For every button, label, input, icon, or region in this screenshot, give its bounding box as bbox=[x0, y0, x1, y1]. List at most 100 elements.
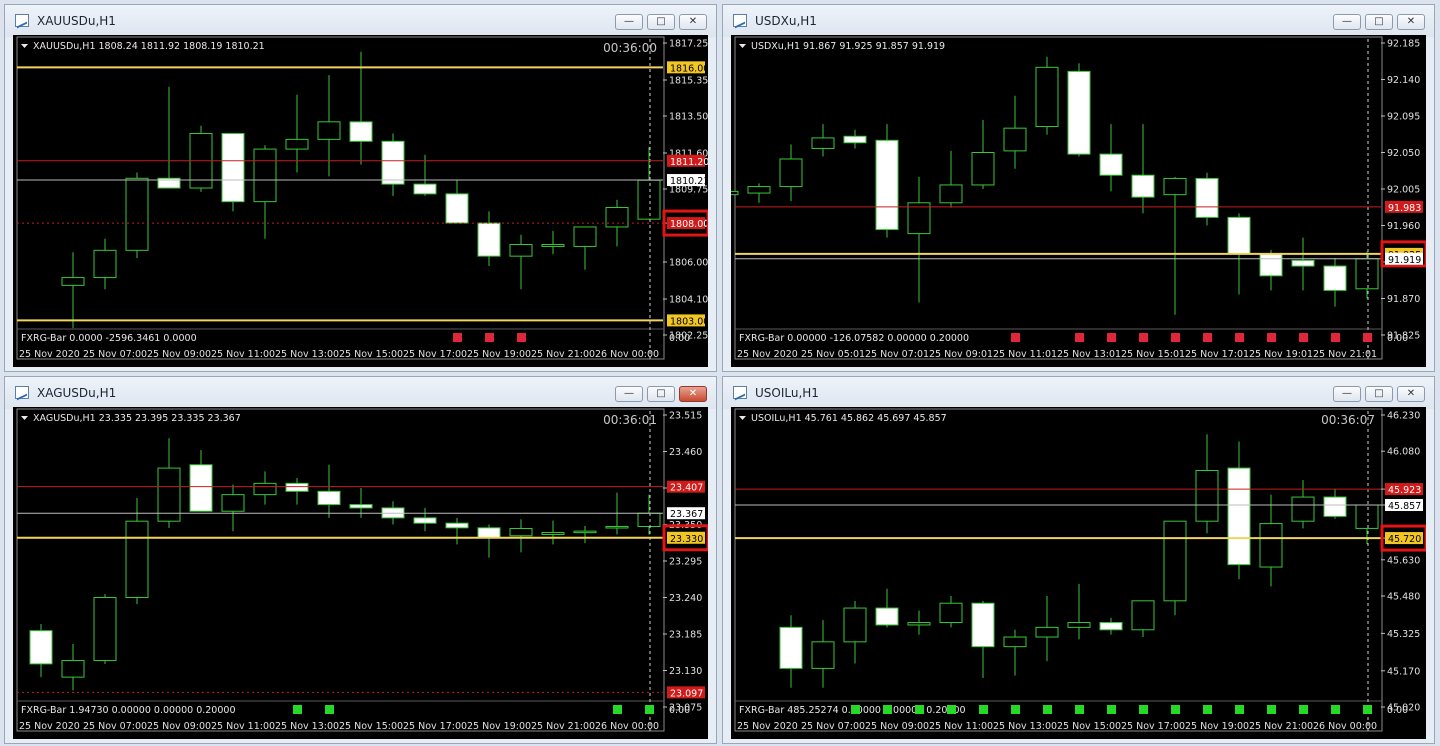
maximize-button[interactable]: □ bbox=[647, 14, 675, 30]
time-axis-label: 25 Nov 2020 bbox=[737, 349, 798, 360]
price-chart[interactable]: 23.51523.46023.40523.35023.29523.24023.1… bbox=[13, 407, 708, 739]
level-price-label: 23.097 bbox=[670, 688, 703, 699]
time-axis-label: 25 Nov 17:00 bbox=[403, 721, 467, 732]
chart-window-usoil[interactable]: USOILu,H1 —□✕ 46.230 46.080 45.923 45.857 45.7… bbox=[722, 376, 1435, 744]
window-title: XAUUSDu,H1 bbox=[37, 14, 116, 28]
candle bbox=[317, 464, 341, 518]
level-price-label: 23.330 bbox=[670, 534, 703, 545]
maximize-button[interactable]: □ bbox=[647, 386, 675, 402]
indicator-marker bbox=[1203, 705, 1212, 714]
chart-header: USOILu,H1 45.761 45.862 45.697 45.857 bbox=[751, 413, 947, 424]
indicator-marker bbox=[1107, 333, 1116, 342]
candlestick-chart[interactable]: 1817.251815.351813.501811.601809.751808.… bbox=[13, 35, 708, 367]
candle bbox=[971, 120, 995, 189]
candle bbox=[971, 600, 995, 679]
candle bbox=[221, 484, 245, 532]
time-axis-label: 25 Nov 09:00 bbox=[147, 349, 211, 360]
candle bbox=[381, 133, 405, 196]
dropdown-triangle-icon[interactable] bbox=[739, 44, 746, 48]
window-titlebar[interactable]: XAGUSDu,H1 — □ ✕ bbox=[5, 377, 716, 409]
time-axis-label: 25 Nov 11:01 bbox=[993, 349, 1057, 360]
candle bbox=[1259, 249, 1283, 291]
candle bbox=[1323, 488, 1347, 519]
candlestick-chart[interactable]: 23.51523.46023.40523.35023.29523.24023.1… bbox=[13, 407, 708, 739]
time-axis-label: 25 Nov 07:00 bbox=[83, 349, 147, 360]
indicator-marker bbox=[1331, 705, 1340, 714]
candle bbox=[253, 145, 277, 239]
minimize-button[interactable]: — bbox=[1333, 386, 1361, 402]
dropdown-triangle-icon[interactable] bbox=[21, 44, 28, 48]
candle bbox=[1003, 629, 1027, 676]
chart-window-xagusd[interactable]: XAGUSDu,H1—□✕23.51523.46023.40523.35023.… bbox=[4, 376, 717, 744]
candle bbox=[1003, 95, 1027, 169]
close-button[interactable]: ✕ bbox=[679, 386, 707, 402]
level-price-label: 1810.21 bbox=[670, 176, 708, 187]
indicator-marker bbox=[1363, 705, 1372, 714]
candle bbox=[1195, 434, 1219, 534]
indicator-marker bbox=[1203, 333, 1212, 342]
time-axis-label: 25 Nov 07:00 bbox=[801, 721, 865, 732]
candle bbox=[509, 519, 533, 553]
indicator-marker bbox=[1267, 705, 1276, 714]
time-axis-label: 25 Nov 13:00 bbox=[993, 721, 1057, 732]
candle bbox=[1291, 237, 1315, 291]
chart-window-xauusd[interactable]: XAUUSDu,H1 — □ ✕ 1817.25 1815.35 1813.50 1811.6… bbox=[4, 4, 717, 372]
window-titlebar[interactable]: USOILu,H1 — □ ✕ bbox=[723, 377, 1434, 409]
candle bbox=[157, 438, 181, 528]
candle bbox=[509, 234, 533, 290]
time-axis-label: 25 Nov 15:00 bbox=[1057, 721, 1121, 732]
time-axis-label: 26 Nov 00:00 bbox=[1313, 721, 1377, 732]
candle bbox=[939, 150, 963, 208]
chart-header: USDXu,H1 91.867 91.925 91.857 91.919 bbox=[751, 41, 945, 52]
price-chart[interactable]: 92.185 92.140 92.095 92.050 92.005 91.960 91.9… bbox=[731, 35, 1426, 367]
candle bbox=[445, 180, 469, 224]
time-axis-label: 25 Nov 21:00 bbox=[531, 349, 595, 360]
candle bbox=[779, 144, 803, 202]
dropdown-triangle-icon[interactable] bbox=[21, 416, 28, 420]
time-axis-label: 25 Nov 07:00 bbox=[83, 721, 147, 732]
close-button[interactable]: ✕ bbox=[1397, 386, 1425, 402]
indicator-marker bbox=[1267, 333, 1276, 342]
chart-window-icon bbox=[15, 386, 29, 399]
indicator-marker bbox=[1107, 705, 1116, 714]
candle bbox=[1195, 172, 1219, 226]
candlestick-chart[interactable]: 92.185 92.140 92.095 92.050 92.005 91.960 91.9… bbox=[731, 35, 1426, 367]
chart-header: XAUUSDu,H1 1808.24 1811.92 1808.19 1810.… bbox=[33, 41, 265, 52]
candle bbox=[221, 133, 245, 212]
price-axis-label: 92.095 bbox=[1387, 112, 1420, 123]
window-titlebar[interactable]: XAUUSDu,H1 — □ ✕ bbox=[5, 5, 716, 37]
maximize-button[interactable]: □ bbox=[1365, 386, 1393, 402]
candle bbox=[1131, 124, 1155, 214]
bar-countdown-timer: 00:36:00 bbox=[603, 41, 657, 55]
time-axis-label: 25 Nov 15:01 bbox=[1121, 349, 1185, 360]
chart-window-usdx[interactable]: USDXu,H1 — □ ✕ 92.185 92.140 92.095 92.050 92.00… bbox=[722, 4, 1435, 372]
price-chart[interactable]: 1817.251815.351813.501811.601809.751808.… bbox=[13, 35, 708, 367]
close-button[interactable]: ✕ bbox=[679, 14, 707, 30]
level-price-label: 1816.00 bbox=[670, 63, 708, 74]
chart-window-icon bbox=[15, 14, 29, 27]
price-chart[interactable]: 46.230 46.080 45.923 45.857 45.720 45.630 45.4… bbox=[731, 407, 1426, 739]
minimize-button[interactable]: — bbox=[1333, 14, 1361, 30]
close-button[interactable]: ✕ bbox=[1397, 14, 1425, 30]
minimize-button[interactable]: — bbox=[615, 14, 643, 30]
candle bbox=[1259, 494, 1283, 587]
maximize-button[interactable]: □ bbox=[1365, 14, 1393, 30]
indicator-marker bbox=[293, 705, 302, 714]
candle bbox=[1099, 124, 1123, 192]
price-axis-label: 23.460 bbox=[669, 447, 702, 458]
level-price-label: 1808.00 bbox=[670, 219, 708, 230]
minimize-button[interactable]: — bbox=[615, 386, 643, 402]
indicator-marker bbox=[453, 333, 462, 342]
dropdown-triangle-icon[interactable] bbox=[739, 416, 746, 420]
candle bbox=[477, 524, 501, 558]
price-axis-label: 45.325 bbox=[1387, 629, 1420, 640]
time-axis-label: 25 Nov 17:00 bbox=[403, 349, 467, 360]
candle bbox=[1163, 176, 1187, 315]
indicator-marker bbox=[1299, 333, 1308, 342]
indicator-axis-label: 0.00 bbox=[1387, 705, 1408, 716]
indicator-marker bbox=[915, 705, 924, 714]
window-titlebar[interactable]: USDXu,H1 — □ ✕ bbox=[723, 5, 1434, 37]
time-axis-label: 25 Nov 19:01 bbox=[1249, 349, 1313, 360]
candle bbox=[1163, 520, 1187, 616]
candlestick-chart[interactable]: 46.230 46.080 45.923 45.857 45.720 45.630 45.4… bbox=[731, 407, 1426, 739]
